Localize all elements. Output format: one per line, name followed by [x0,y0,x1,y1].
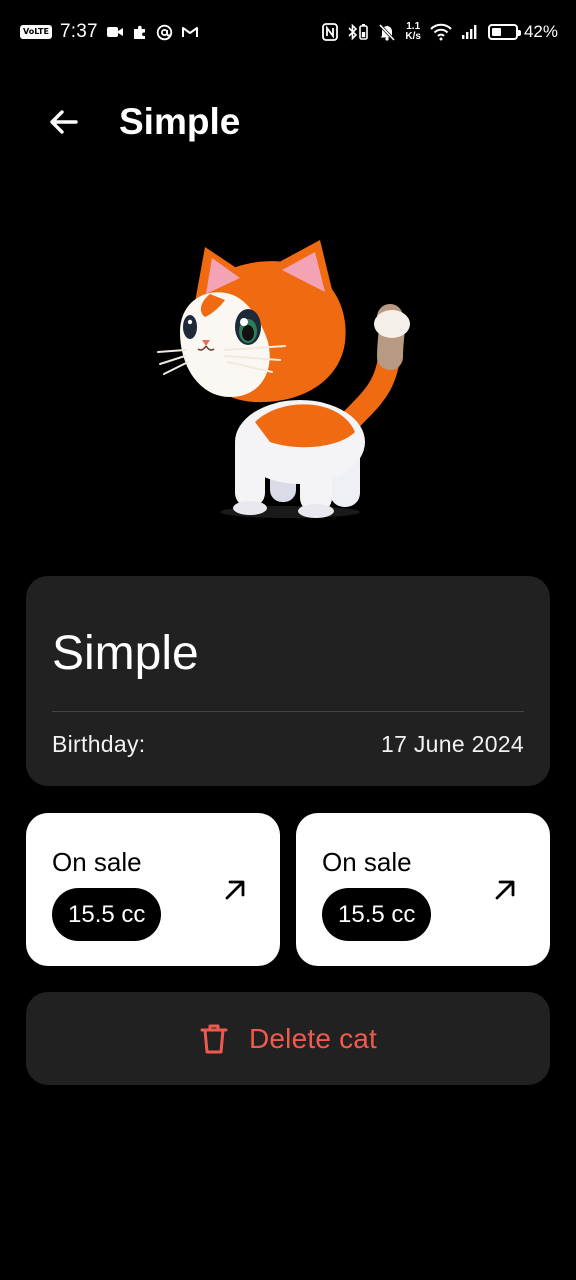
page-title: Simple [119,101,241,142]
status-bar-left: VoLTE 7:37 [20,18,199,46]
status-time: 7:37 [59,21,98,42]
arrow-left-icon [50,110,78,134]
signal-icon [461,24,479,40]
divider [52,711,524,712]
arrow-up-right-icon [225,880,245,900]
battery-tip [517,30,521,36]
birthday-label: Birthday: [52,731,146,757]
wifi-icon [430,23,452,41]
network-speed: 1.1 K/s [405,22,421,42]
puzzle-icon [132,24,148,40]
sale-label: On sale [322,847,412,877]
sale-card[interactable]: On sale 15.5 cc [296,813,550,966]
battery-level-fill [491,28,501,36]
back-button[interactable] [44,100,84,144]
battery-indicator: 42% [487,22,558,42]
cat-name: Simple [52,627,199,680]
sale-label: On sale [52,847,142,877]
video-camera-icon [106,25,124,39]
delete-cat-button[interactable]: Delete cat [26,992,550,1085]
price-badge: 15.5 cc [322,888,432,941]
battery-percent: 42% [523,22,558,41]
cat-info-card: Simple Birthday: 17 June 2024 [26,576,550,786]
birthday-value: 17 June 2024 [380,731,524,757]
cat-image [157,240,410,518]
at-sign-icon [156,24,173,41]
bell-off-icon [378,23,396,41]
volte-badge: VoLTE [20,25,52,39]
price-badge: 15.5 cc [52,888,162,941]
trash-icon [200,1024,228,1053]
status-bar-right: 1.1 K/s 42% [322,18,558,46]
battery-icon [487,24,521,40]
nfc-icon [322,23,339,41]
arrow-up-right-icon [495,880,515,900]
network-speed-unit: K/s [405,31,421,42]
delete-cat-label: Delete cat [248,1022,378,1054]
gmail-icon [181,25,199,39]
sale-card[interactable]: On sale 15.5 cc [26,813,280,966]
status-bar: VoLTE 7:37 1.1 K/s 42% [0,0,576,62]
bluetooth-battery-icon [347,23,369,41]
